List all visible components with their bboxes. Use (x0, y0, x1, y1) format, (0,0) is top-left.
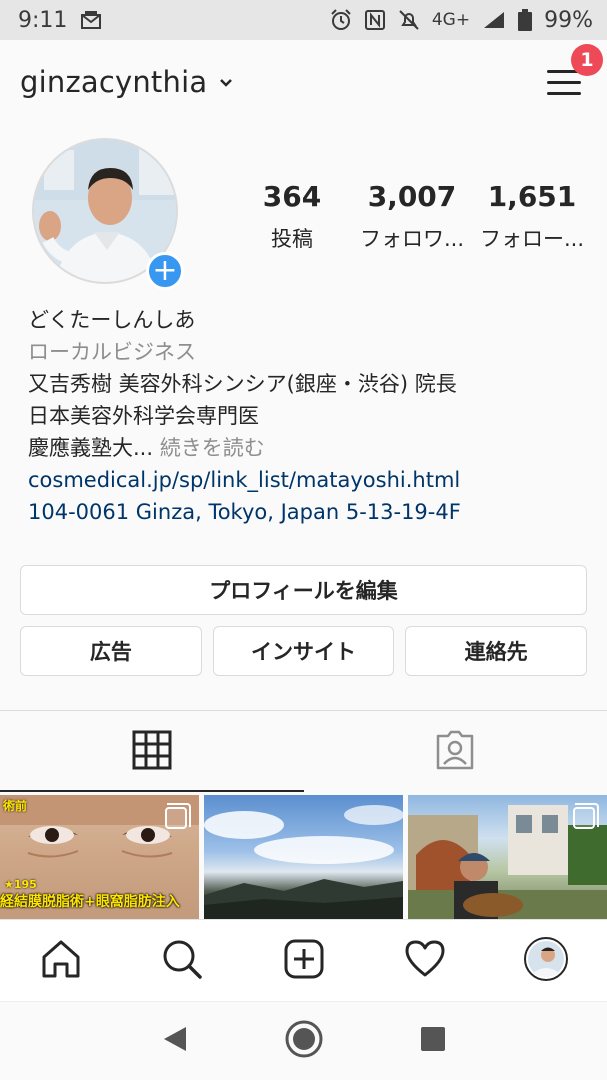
stat-followers[interactable]: 3,007 フォロワ... (352, 180, 472, 253)
insights-button[interactable]: インサイト (212, 626, 395, 676)
stat-posts[interactable]: 364 投稿 (232, 180, 352, 253)
add-story-button[interactable]: + (146, 252, 184, 290)
stat-following[interactable]: 1,651 フォロー... (472, 180, 592, 253)
address-link[interactable]: 104-0061 Ginza, Tokyo, Japan 5-13-19-4F (28, 496, 588, 528)
search-icon (161, 938, 203, 984)
nav-new-post[interactable] (243, 920, 364, 1001)
stat-followers-count: 3,007 (367, 180, 457, 213)
signal-icon (482, 10, 506, 30)
stat-following-label: フォロー... (479, 227, 585, 251)
home-circle-icon (284, 1019, 324, 1063)
profile-bio: どくたーしんしあ ローカルビジネス 又吉秀樹 美容外科シンシア(銀座・渋谷) 院… (28, 304, 588, 528)
heart-icon (404, 939, 446, 983)
post-thumbnail-3[interactable] (408, 795, 607, 919)
home-system-button[interactable] (274, 1011, 334, 1071)
bottom-navigation (0, 919, 607, 1001)
nav-search[interactable] (121, 920, 242, 1001)
profile-avatar[interactable]: + (32, 138, 184, 290)
account-switcher[interactable]: ginzacynthia (20, 65, 207, 99)
recents-square-icon (420, 1026, 446, 1056)
profile-header: ginzacynthia 1 (0, 40, 607, 124)
nav-activity[interactable] (364, 920, 485, 1001)
battery-icon (518, 9, 533, 31)
profile-avatar-icon (524, 936, 569, 985)
chevron-down-icon[interactable] (219, 75, 233, 89)
post-caption-star: ★195 (4, 878, 37, 891)
business-category: ローカルビジネス (28, 340, 196, 364)
stat-posts-label: 投稿 (271, 227, 313, 251)
back-button[interactable] (145, 1011, 205, 1071)
read-more-link[interactable]: 続きを読む (160, 436, 265, 460)
stat-following-count: 1,651 (487, 180, 577, 213)
notification-icon (81, 11, 102, 29)
display-name: どくたーしんしあ (28, 308, 196, 332)
edit-profile-button[interactable]: プロフィールを編集 (20, 565, 587, 615)
nfc-icon (364, 9, 386, 31)
status-bar: 9:11 4G+ 99% (0, 0, 607, 40)
add-post-icon (283, 938, 325, 984)
profile-tabs (0, 710, 607, 792)
tab-grid[interactable] (0, 711, 304, 792)
grid-icon (132, 730, 172, 774)
battery-percent: 99% (544, 7, 593, 33)
nav-profile[interactable] (486, 920, 607, 1001)
nav-home[interactable] (0, 920, 121, 1001)
alarm-icon (330, 9, 352, 31)
carousel-icon (573, 803, 599, 829)
post-thumbnail-2[interactable] (204, 795, 403, 919)
post-caption-top: 術前 (3, 799, 28, 813)
post-grid: 術前 ★195 経結膜脱脂術+眼窩脂肪注入 (0, 795, 607, 919)
bio-line-3: 慶應義塾大... 続きを読む (28, 432, 588, 464)
stat-followers-label: フォロワ... (359, 227, 465, 251)
system-navigation (0, 1001, 607, 1080)
bio-line-1: 又吉秀樹 美容外科シンシア(銀座・渋谷) 院長 (28, 372, 457, 396)
stat-posts-count: 364 (262, 180, 322, 213)
profile-stats: 364 投稿 3,007 フォロワ... 1,651 フォロー... (232, 180, 592, 253)
back-triangle-icon (162, 1025, 188, 1057)
network-type: 4G+ (431, 10, 471, 30)
mute-icon (398, 9, 420, 31)
tab-tagged[interactable] (304, 711, 607, 792)
home-icon (40, 938, 82, 984)
menu-button[interactable]: 1 (543, 44, 603, 104)
carousel-icon (165, 803, 191, 829)
contact-button[interactable]: 連絡先 (405, 626, 588, 676)
post-thumbnail-1[interactable]: 術前 ★195 経結膜脱脂術+眼窩脂肪注入 (0, 795, 199, 919)
bio-line-2: 日本美容外科学会専門医 (28, 404, 259, 428)
menu-icon-bar (547, 81, 581, 84)
tagged-user-icon (434, 730, 476, 774)
ads-button[interactable]: 広告 (20, 626, 202, 676)
website-link[interactable]: cosmedical.jp/sp/link_list/matayoshi.htm… (28, 464, 588, 496)
status-time: 9:11 (18, 7, 68, 33)
notification-badge: 1 (571, 44, 603, 76)
bio-truncated-text: 慶應義塾大... (28, 436, 154, 460)
post-caption-bottom: 経結膜脱脂術+眼窩脂肪注入 (0, 894, 180, 910)
menu-icon-bar (547, 92, 581, 95)
recents-button[interactable] (403, 1011, 463, 1071)
action-buttons: 広告 インサイト 連絡先 (20, 626, 588, 676)
